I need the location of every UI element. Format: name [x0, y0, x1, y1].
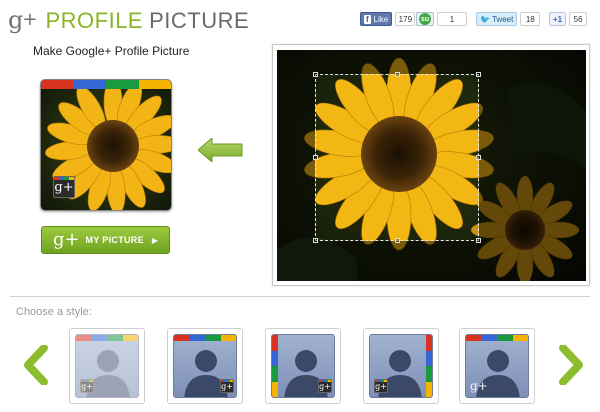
crop-mask-top: [277, 50, 586, 74]
google-plus-badge-icon: g+: [80, 379, 94, 393]
google-plus-badge-icon: g+: [220, 379, 234, 393]
section-divider: [10, 296, 590, 297]
tweet-label: Tweet: [491, 14, 514, 24]
next-style-arrow-icon[interactable]: [557, 345, 585, 385]
crop-mask-bottom: [277, 241, 586, 281]
crop-selection[interactable]: [313, 72, 481, 243]
badge-text: g+: [81, 381, 93, 391]
facebook-like-count: 179: [395, 12, 416, 26]
plus-one-button[interactable]: +1: [549, 12, 567, 26]
google-color-bar: [272, 335, 278, 397]
style-option-1[interactable]: g+: [69, 328, 145, 404]
style-preview: g+: [173, 334, 237, 398]
stumbleupon-icon: su: [419, 13, 431, 25]
google-plus-text-icon: g+: [470, 379, 488, 393]
google-plus-icon: g+: [52, 228, 80, 250]
image-editor: [272, 44, 590, 286]
facebook-like-label: Like: [373, 14, 389, 24]
style-preview: g+: [271, 334, 335, 398]
style-option-2[interactable]: g+: [167, 328, 243, 404]
facebook-like-widget: f Like 179: [360, 12, 416, 26]
badge-text: g+: [221, 381, 233, 391]
header: g + PROFILE PICTURE f Like 179 su 1 🐦 Tw…: [0, 0, 600, 40]
tweet-count: 18: [520, 12, 541, 26]
badge-text: g+: [319, 381, 331, 391]
style-option-5[interactable]: g+: [459, 328, 535, 404]
stumbleupon-button[interactable]: su: [416, 12, 434, 26]
crop-handle-nw[interactable]: [313, 72, 318, 77]
stumbleupon-widget: su 1: [416, 12, 467, 26]
style-preview: g+: [369, 334, 433, 398]
crop-handle-n[interactable]: [395, 72, 400, 77]
crop-mask-right: [479, 74, 586, 241]
google-color-bar: [174, 335, 236, 341]
previous-style-arrow-icon[interactable]: [22, 345, 50, 385]
photo-canvas[interactable]: [277, 50, 586, 281]
twitter-widget: 🐦 Tweet 18: [476, 12, 541, 26]
google-color-bar: [41, 80, 171, 89]
logo-word-profile: PROFILE: [45, 8, 144, 33]
badge-text: g+: [375, 381, 387, 391]
google-color-bar: [76, 335, 138, 341]
style-preview: g+: [75, 334, 139, 398]
crop-handle-sw[interactable]: [313, 238, 318, 243]
tweet-button[interactable]: 🐦 Tweet: [476, 12, 518, 26]
app-logo: g + PROFILE PICTURE: [8, 6, 249, 36]
logo-word-picture: PICTURE: [149, 8, 250, 33]
crop-handle-w[interactable]: [313, 155, 318, 160]
google-color-bar: [426, 335, 432, 397]
crop-handle-e[interactable]: [476, 155, 481, 160]
my-picture-button[interactable]: g+ MY PICTURE ▶: [41, 226, 170, 254]
google-plus-badge-icon: g+: [318, 379, 332, 393]
crop-handle-ne[interactable]: [476, 72, 481, 77]
google-plus-badge-icon: g+: [374, 379, 388, 393]
arrow-left-icon: [198, 138, 243, 162]
choose-style-label: Choose a style:: [16, 306, 92, 318]
profile-picture-preview: g+: [40, 79, 172, 211]
my-picture-label: MY PICTURE: [85, 235, 144, 245]
style-option-4[interactable]: g+: [363, 328, 439, 404]
page-subtitle: Make Google+ Profile Picture: [33, 44, 190, 58]
google-plus-badge-icon: g+: [53, 176, 75, 198]
badge-text: g+: [54, 179, 74, 195]
logo-g: g: [8, 6, 23, 34]
google-color-bar: [466, 335, 528, 341]
crop-handle-se[interactable]: [476, 238, 481, 243]
crop-handle-s[interactable]: [395, 238, 400, 243]
crop-mask-left: [277, 74, 315, 241]
google-plus-one-widget: +1 56: [549, 12, 588, 26]
play-arrow-icon: ▶: [151, 235, 159, 245]
plus-one-count: 56: [569, 12, 588, 26]
style-option-3[interactable]: g+: [265, 328, 341, 404]
facebook-like-button[interactable]: f Like: [360, 12, 393, 26]
facebook-icon: f: [364, 14, 371, 24]
style-preview: g+: [465, 334, 529, 398]
logo-plus: +: [22, 9, 38, 30]
stumbleupon-count: 1: [437, 12, 467, 26]
twitter-bird-icon: 🐦: [480, 14, 490, 24]
